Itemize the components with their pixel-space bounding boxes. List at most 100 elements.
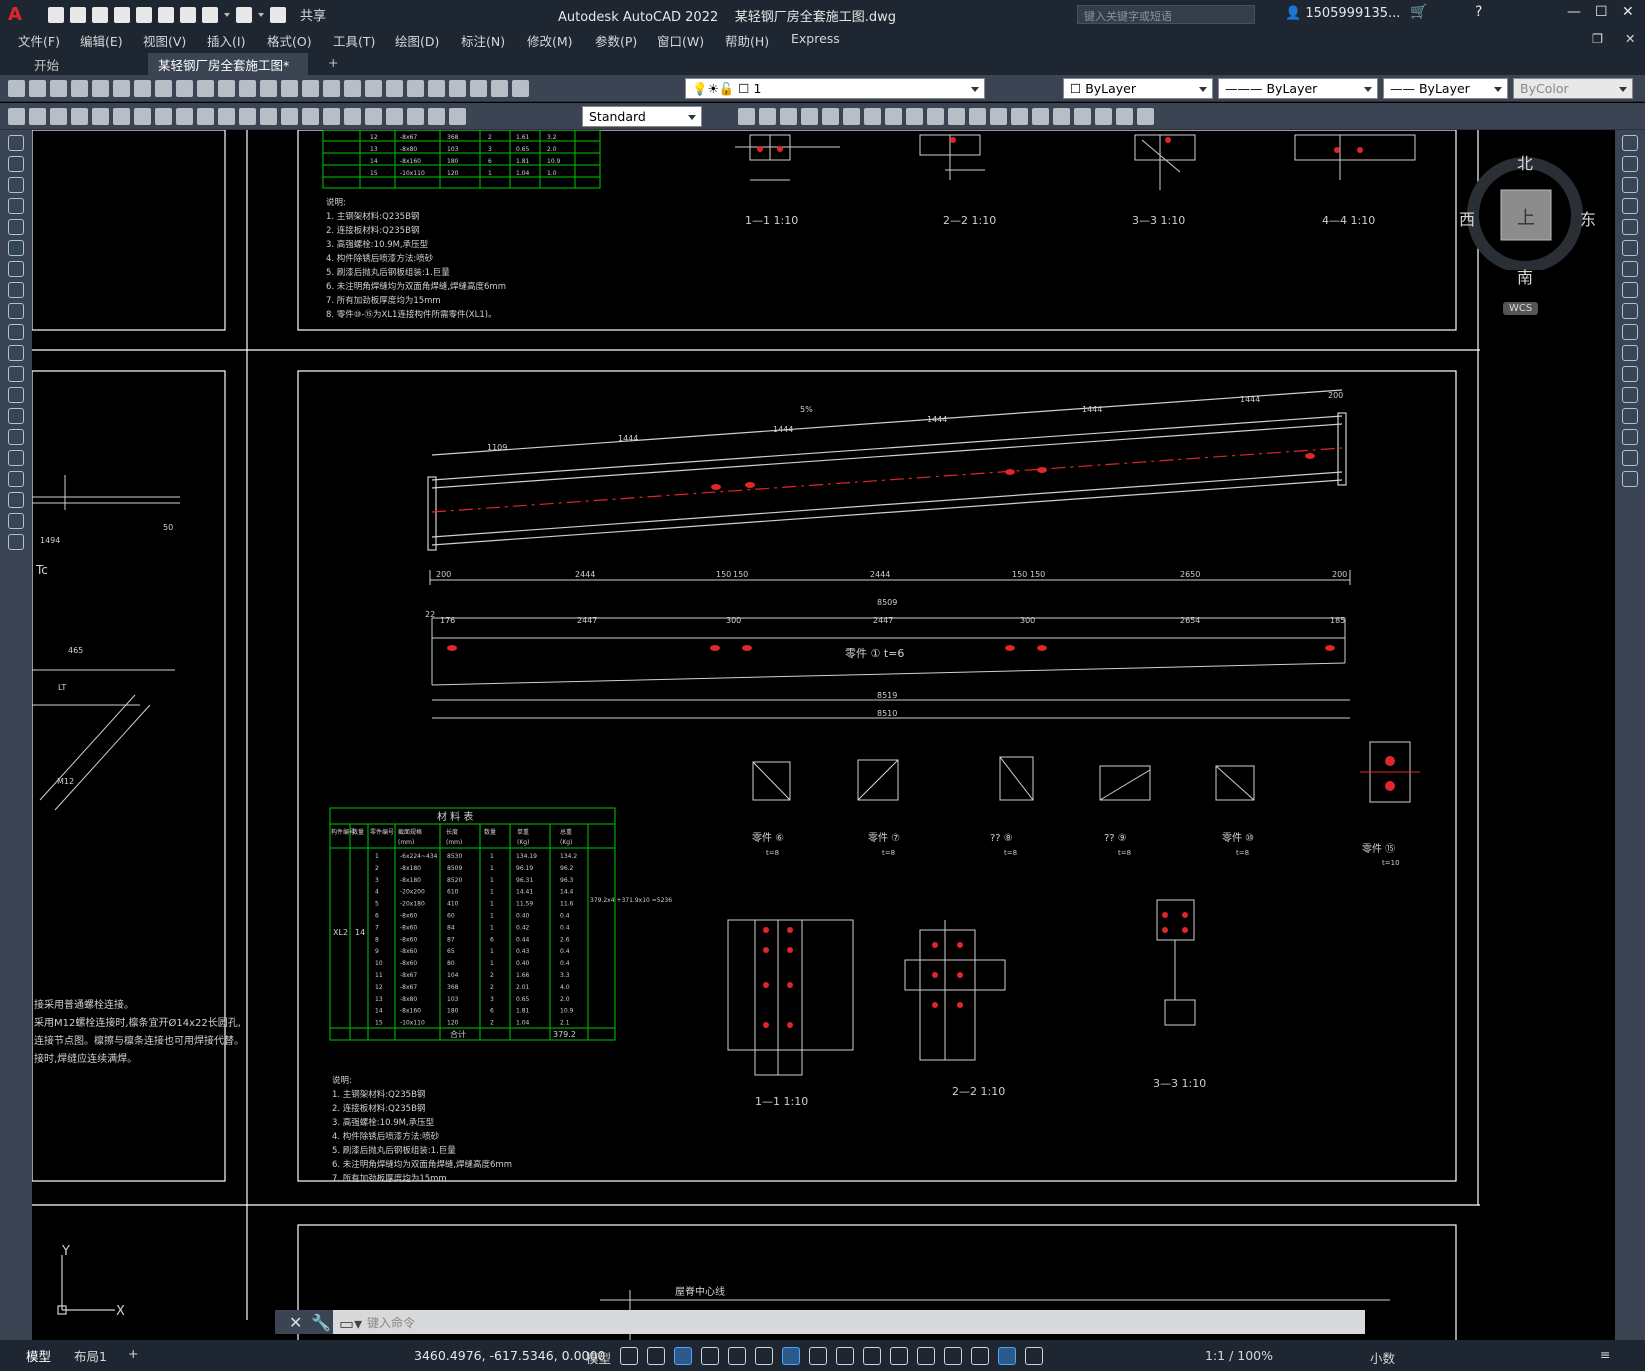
close-icon[interactable]: ✕	[1622, 4, 1634, 20]
circle-icon[interactable]	[8, 261, 24, 277]
viewcube-north[interactable]: 北	[1517, 150, 1533, 174]
viewcube[interactable]: 北 南 东 西 上 WCS	[1459, 150, 1596, 315]
line-icon[interactable]	[8, 135, 24, 151]
save-icon[interactable]	[50, 80, 67, 97]
region-icon[interactable]	[8, 471, 24, 487]
new-icon[interactable]	[8, 80, 25, 97]
continue-dim-icon[interactable]	[281, 108, 298, 125]
open-icon[interactable]	[29, 80, 46, 97]
aligned-dim-icon[interactable]	[92, 108, 109, 125]
selection-filter-icon[interactable]	[944, 1347, 962, 1365]
share-icon[interactable]	[270, 6, 286, 23]
grid-icon[interactable]	[620, 1347, 638, 1365]
quick-dim-icon[interactable]	[239, 108, 256, 125]
render-icon[interactable]	[1032, 108, 1049, 125]
stretch-icon[interactable]	[1622, 303, 1638, 319]
dim-update-icon[interactable]	[449, 108, 466, 125]
viewcube-south[interactable]: 南	[1517, 264, 1533, 288]
angular-dim-icon[interactable]	[218, 108, 235, 125]
osnap-tracking-icon[interactable]	[755, 1347, 773, 1365]
share-button[interactable]: 共享	[300, 5, 326, 24]
tab-layout1[interactable]: 布局1	[74, 1346, 107, 1365]
text-style-select[interactable]: Standard	[582, 106, 702, 127]
copy-icon[interactable]	[176, 80, 193, 97]
chevron-down-icon[interactable]	[258, 12, 264, 17]
arc-dim-icon[interactable]	[113, 108, 130, 125]
minimize-icon[interactable]: —	[1567, 4, 1581, 20]
diameter-dim-icon[interactable]	[197, 108, 214, 125]
wedge-icon[interactable]	[990, 108, 1007, 125]
ellipse-icon[interactable]	[8, 324, 24, 340]
union-icon[interactable]	[759, 108, 776, 125]
zoom-window-icon[interactable]	[344, 80, 361, 97]
close-doc-icon[interactable]: ✕	[1625, 31, 1635, 46]
pan-icon[interactable]	[302, 80, 319, 97]
wrench-icon[interactable]: 🔧	[311, 1313, 331, 1332]
offset-icon[interactable]	[1622, 198, 1638, 214]
undo-icon[interactable]	[260, 80, 277, 97]
save-as-icon[interactable]	[114, 6, 130, 23]
customize-icon[interactable]: ≡	[1600, 1347, 1610, 1362]
space-dim-icon[interactable]	[302, 108, 319, 125]
menu-view[interactable]: 视图(V)	[143, 31, 186, 50]
dynamic-ucs-icon[interactable]	[917, 1347, 935, 1365]
menu-help[interactable]: 帮助(H)	[725, 31, 769, 50]
open-icon[interactable]	[70, 6, 86, 23]
close-cmd-icon[interactable]: ✕	[289, 1313, 302, 1332]
layer-select[interactable]: 💡☀🔓 ☐ 1	[685, 78, 985, 99]
menu-file[interactable]: 文件(F)	[18, 31, 60, 50]
model-space-button[interactable]: 模型	[586, 1348, 611, 1367]
redo-icon[interactable]	[236, 6, 252, 23]
annotation-scale[interactable]: 1:1 / 100%	[1205, 1348, 1273, 1363]
insert-block-icon[interactable]	[8, 366, 24, 382]
tab-model[interactable]: 模型	[26, 1346, 51, 1365]
units-select[interactable]: 小数	[1370, 1348, 1395, 1367]
jogged-linear-icon[interactable]	[386, 108, 403, 125]
slice-icon[interactable]	[864, 108, 881, 125]
inspect-icon[interactable]	[365, 108, 382, 125]
tab-drawing[interactable]: 某轻钢厂房全套施工图* ✕	[148, 53, 308, 89]
cut-icon[interactable]	[155, 80, 172, 97]
drawing-canvas[interactable]: 12 -8x67 368 2 1.61 3.2 13 -8x80 103 3 0.65 2.0 14 -8…	[32, 130, 1615, 1340]
osnap-icon[interactable]	[782, 1347, 800, 1365]
lineweight-select[interactable]: —— ByLayer	[1383, 78, 1508, 99]
maximize-icon[interactable]: ☐	[1595, 4, 1608, 20]
3d-osnap-icon[interactable]	[890, 1347, 908, 1365]
paste-icon[interactable]	[197, 80, 214, 97]
print-icon[interactable]	[71, 80, 88, 97]
3d-icon[interactable]	[738, 108, 755, 125]
menu-modify[interactable]: 修改(M)	[527, 31, 573, 50]
point-icon[interactable]	[8, 408, 24, 424]
wcs-menu[interactable]: WCS	[1503, 302, 1539, 315]
polygon-icon[interactable]	[8, 198, 24, 214]
fillet-icon[interactable]	[1622, 429, 1638, 445]
box-icon[interactable]	[906, 108, 923, 125]
revolve-icon[interactable]	[843, 108, 860, 125]
zoom-icon[interactable]	[323, 80, 340, 97]
save-icon[interactable]	[92, 6, 108, 23]
subtract-icon[interactable]	[780, 108, 797, 125]
cart-icon[interactable]: 🛒	[1410, 4, 1427, 20]
selection-cycle-icon[interactable]	[863, 1347, 881, 1365]
undo-icon[interactable]	[202, 6, 218, 23]
design-center-icon[interactable]	[407, 80, 424, 97]
snap-icon[interactable]	[647, 1347, 665, 1365]
intersect-icon[interactable]	[801, 108, 818, 125]
viewcube-east[interactable]: 东	[1580, 206, 1596, 230]
brush-icon[interactable]	[239, 80, 256, 97]
polyline-icon[interactable]	[8, 177, 24, 193]
baseline-dim-icon[interactable]	[260, 108, 277, 125]
command-input[interactable]: 键入命令	[367, 1314, 415, 1331]
user-account[interactable]: 👤 1505999135...	[1285, 6, 1400, 21]
redo-icon[interactable]	[281, 80, 298, 97]
extend-icon[interactable]	[1622, 345, 1638, 361]
dim-edit-icon[interactable]	[407, 108, 424, 125]
center-mark-icon[interactable]	[344, 108, 361, 125]
zoom-prev-icon[interactable]	[365, 80, 382, 97]
tab-start[interactable]: 开始	[24, 53, 69, 75]
menu-parametric[interactable]: 参数(P)	[595, 31, 637, 50]
rectangle-icon[interactable]	[8, 219, 24, 235]
ribbon-icon[interactable]	[29, 108, 46, 125]
cylinder-icon[interactable]	[948, 108, 965, 125]
transparency-icon[interactable]	[836, 1347, 854, 1365]
